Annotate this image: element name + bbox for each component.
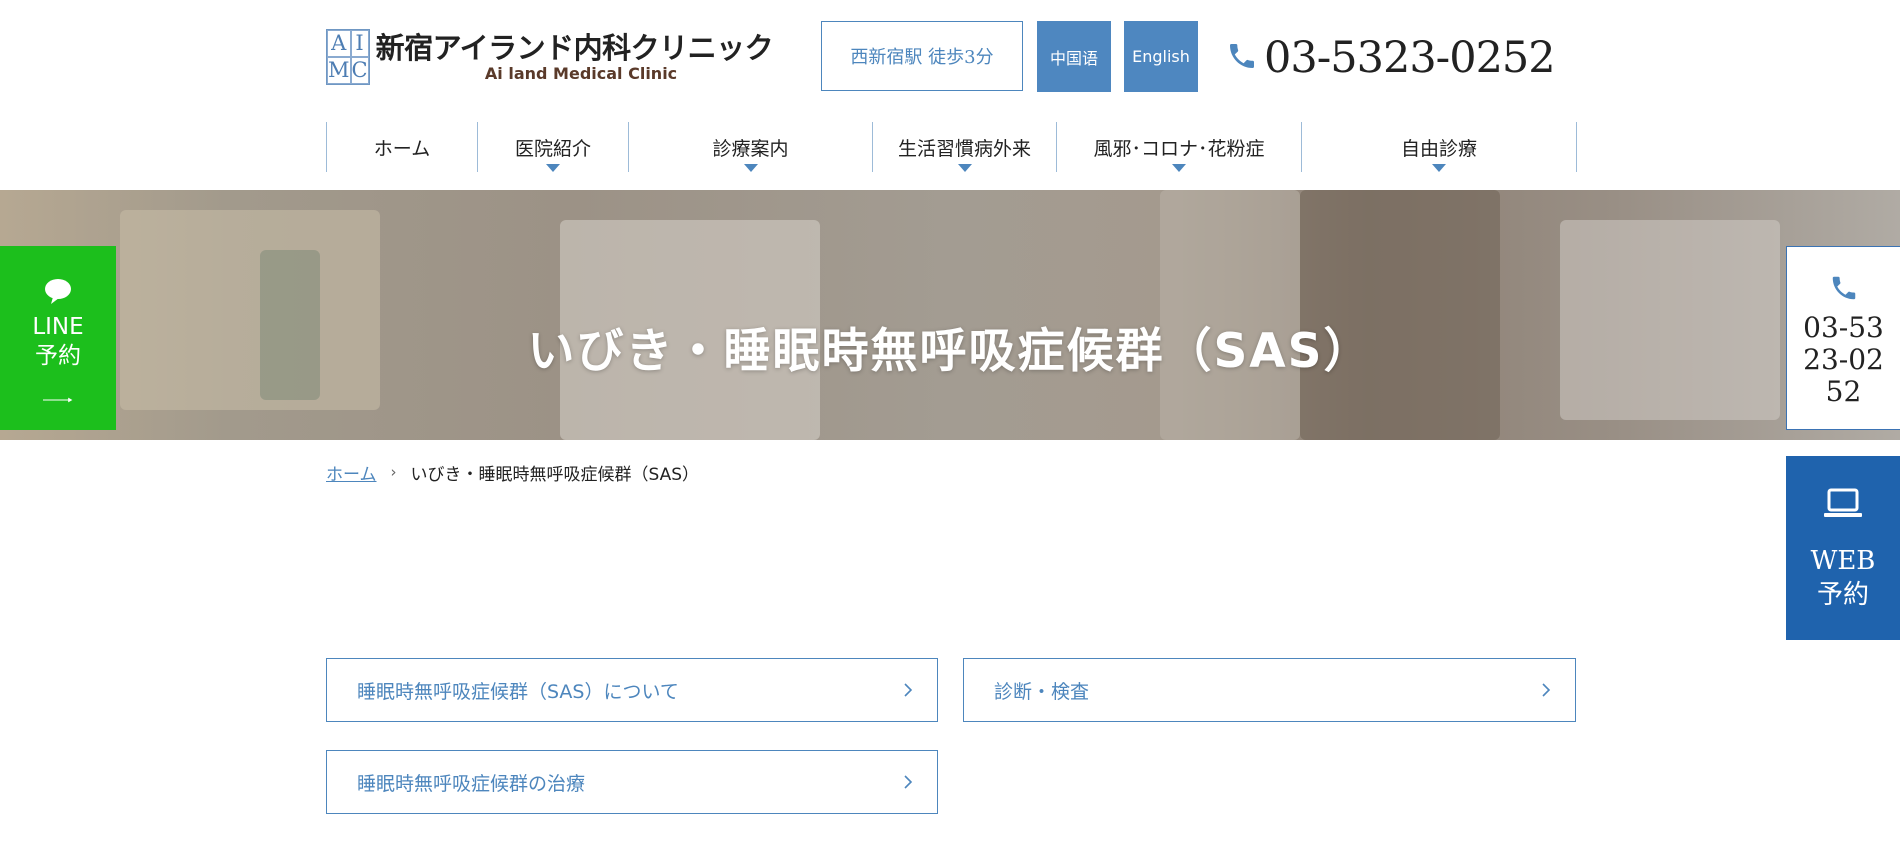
page-title: いびき・睡眠時無呼吸症候群（SAS） [527, 323, 1373, 379]
dropdown-arrow-icon [1172, 164, 1186, 172]
header-phone-number: 03-5323-0252 [1264, 33, 1556, 83]
line-button-label: LINE 予約 [32, 314, 84, 369]
phone-icon [1226, 40, 1258, 76]
anchor-link-label: 診断・検査 [994, 680, 1090, 703]
breadcrumb-current: いびき・睡眠時無呼吸症候群（SAS） [410, 464, 700, 485]
access-button[interactable]: 西新宿駅 徒歩3分 [821, 21, 1023, 91]
anchor-link-label: 睡眠時無呼吸症候群（SAS）について [357, 680, 679, 703]
nav-item-services[interactable]: 診療案内 [629, 122, 873, 172]
logo-mark: A I M C [326, 29, 370, 85]
chevron-right-icon [904, 775, 913, 789]
dropdown-arrow-icon [546, 164, 560, 172]
site-header: A I M C 新宿アイランド内科クリニック Ai land Medical C… [0, 0, 1900, 190]
nav-item-label: 生活習慣病外来 [897, 137, 1031, 160]
nav-item-label: 診療案内 [712, 137, 789, 160]
dropdown-arrow-icon [1432, 164, 1446, 172]
page-hero: いびき・睡眠時無呼吸症候群（SAS） [0, 190, 1900, 440]
breadcrumb-separator-icon: › [390, 463, 397, 481]
side-phone-button[interactable]: 03-5323-0252 [1786, 246, 1900, 430]
nav-item-home[interactable]: ホーム [327, 122, 478, 172]
logo-mark-letter: I [350, 30, 369, 57]
dropdown-arrow-icon [957, 164, 972, 172]
line-reservation-button[interactable]: LINE 予約 [0, 246, 116, 430]
web-button-label: WEB 予約 [1810, 546, 1876, 610]
logo-name-ja: 新宿アイランド内科クリニック [375, 31, 774, 65]
nav-item-label: ホーム [373, 137, 431, 160]
chat-bubble-icon [43, 276, 73, 310]
logo-text: 新宿アイランド内科クリニック Ai land Medical Clinic [376, 31, 774, 83]
dropdown-arrow-icon [743, 164, 758, 172]
arrow-right-icon [43, 397, 73, 403]
nav-item-label: 医院紹介 [514, 137, 591, 160]
side-phone-number: 03-5323-0252 [1803, 311, 1884, 408]
nav-item-label: 風邪･コロナ･花粉症 [1093, 137, 1265, 160]
nav-item-label: 自由診療 [1400, 137, 1477, 160]
logo-mark-letter: A [327, 30, 351, 57]
breadcrumb-home-link[interactable]: ホーム [326, 460, 377, 485]
clinic-logo[interactable]: A I M C 新宿アイランド内科クリニック Ai land Medical C… [326, 29, 774, 85]
header-phone-link[interactable]: 03-5323-0252 [1226, 30, 1556, 86]
anchor-link-diagnosis[interactable]: 診断・検査 [963, 658, 1576, 722]
logo-mark-letter: C [350, 57, 369, 84]
logo-mark-letter: M [327, 57, 351, 84]
phone-icon [1829, 273, 1859, 307]
chevron-right-icon [1542, 683, 1551, 697]
english-language-button[interactable]: English [1124, 21, 1198, 92]
chinese-language-button[interactable]: 中国语 [1037, 21, 1111, 92]
anchor-link-about-sas[interactable]: 睡眠時無呼吸症候群（SAS）について [326, 658, 938, 722]
anchor-link-label: 睡眠時無呼吸症候群の治療 [357, 772, 586, 795]
chevron-right-icon [904, 683, 913, 697]
laptop-icon [1823, 486, 1863, 526]
global-nav: ホーム 医院紹介 診療案内 生活習慣病外来 風邪･コロナ･花粉症 自由診療 [326, 122, 1577, 172]
logo-name-en: Ai land Medical Clinic [484, 64, 678, 83]
breadcrumb: ホーム › いびき・睡眠時無呼吸症候群（SAS） [326, 459, 699, 485]
nav-item-about[interactable]: 医院紹介 [478, 122, 629, 172]
nav-item-cold-corona[interactable]: 風邪･コロナ･花粉症 [1057, 122, 1302, 172]
anchor-link-treatment[interactable]: 睡眠時無呼吸症候群の治療 [326, 750, 938, 814]
web-reservation-button[interactable]: WEB 予約 [1786, 456, 1900, 640]
nav-item-lifestyle[interactable]: 生活習慣病外来 [873, 122, 1057, 172]
nav-item-private-care[interactable]: 自由診療 [1302, 122, 1577, 172]
